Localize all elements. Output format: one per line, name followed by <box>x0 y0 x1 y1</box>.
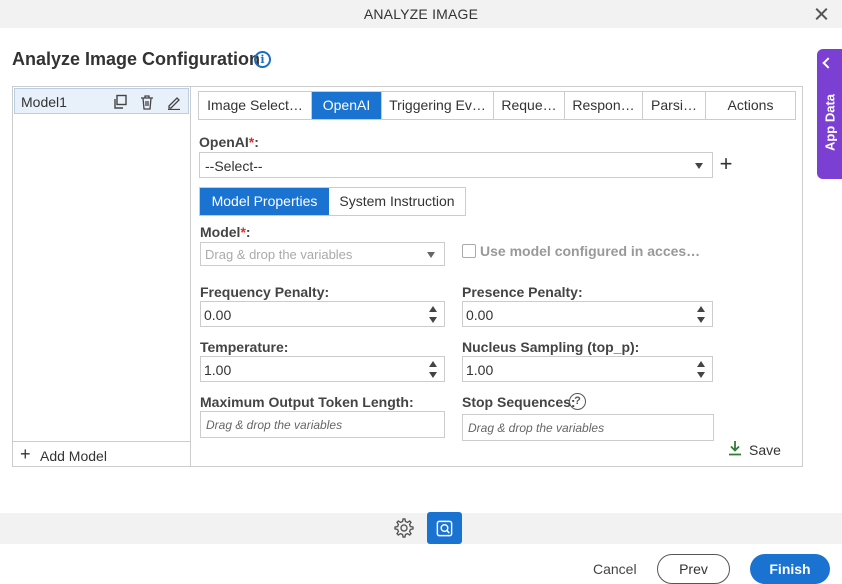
spinner-icon[interactable] <box>697 306 705 324</box>
presence-penalty-input[interactable]: 0.00 <box>462 301 713 327</box>
config-tabs: Image Select… OpenAI Triggering Ev… Requ… <box>198 91 796 120</box>
frequency-penalty-input[interactable]: 0.00 <box>200 301 445 327</box>
delete-icon[interactable] <box>139 94 155 110</box>
model-input[interactable]: Drag & drop the variables <box>200 242 445 266</box>
prev-button[interactable]: Prev <box>657 554 730 584</box>
image-analysis-button[interactable] <box>427 512 462 544</box>
footer-toolbar <box>0 513 842 544</box>
close-icon[interactable] <box>812 4 832 24</box>
nucleus-sampling-input[interactable]: 1.00 <box>462 356 713 382</box>
chevron-left-icon <box>822 57 834 69</box>
presence-penalty-label: Presence Penalty: <box>462 284 583 300</box>
download-icon <box>729 441 741 456</box>
app-data-label: App Data <box>822 93 838 152</box>
help-icon[interactable]: ? <box>569 393 586 410</box>
page-title: Analyze Image Configuration <box>12 49 261 69</box>
chevron-down-icon <box>427 252 435 258</box>
spinner-icon[interactable] <box>429 361 437 379</box>
tab-request[interactable]: Reque… <box>494 92 565 119</box>
chevron-down-icon <box>695 163 703 169</box>
add-model-button[interactable]: + Add Model <box>13 441 190 466</box>
property-subtabs: Model Properties System Instruction <box>199 187 466 216</box>
model-list-item[interactable]: Model1 <box>14 88 189 114</box>
window-title: ANALYZE IMAGE <box>363 6 479 22</box>
edit-icon[interactable] <box>166 94 182 110</box>
info-icon[interactable]: i <box>254 51 271 68</box>
copy-icon[interactable] <box>112 94 128 110</box>
cancel-button[interactable]: Cancel <box>593 561 637 577</box>
tab-parsing[interactable]: Parsi… <box>643 92 706 119</box>
model-item-label: Model1 <box>21 94 67 110</box>
spinner-icon[interactable] <box>697 361 705 379</box>
model-label: Model*: <box>200 224 251 240</box>
stop-sequences-label: Stop Sequences: <box>462 394 576 410</box>
tab-actions[interactable]: Actions <box>706 92 795 119</box>
add-connection-icon[interactable]: + <box>718 153 734 175</box>
use-model-checkbox-label: Use model configured in acces… <box>480 243 701 259</box>
openai-select[interactable]: --Select-- <box>199 152 713 178</box>
tab-triggering-events[interactable]: Triggering Ev… <box>382 92 494 119</box>
tab-model-properties[interactable]: Model Properties <box>200 188 329 215</box>
frequency-penalty-label: Frequency Penalty: <box>200 284 330 300</box>
use-model-checkbox[interactable] <box>462 244 476 258</box>
finish-button[interactable]: Finish <box>750 554 830 584</box>
max-tokens-label: Maximum Output Token Length: <box>200 394 414 410</box>
openai-label: OpenAI*: <box>199 134 259 150</box>
plus-icon: + <box>20 444 31 464</box>
add-model-label: Add Model <box>40 448 107 464</box>
tab-openai[interactable]: OpenAI <box>312 92 382 119</box>
tab-image-select[interactable]: Image Select… <box>199 92 312 119</box>
stop-sequences-input[interactable]: Drag & drop the variables <box>462 414 714 441</box>
temperature-input[interactable]: 1.00 <box>200 356 445 382</box>
gear-icon[interactable] <box>393 517 415 539</box>
model-list-panel <box>12 86 191 467</box>
temperature-label: Temperature: <box>200 339 289 355</box>
max-tokens-input[interactable]: Drag & drop the variables <box>200 411 445 438</box>
image-search-icon <box>436 520 453 537</box>
tab-system-instruction[interactable]: System Instruction <box>329 188 465 215</box>
title-bar: ANALYZE IMAGE <box>0 0 842 28</box>
spinner-icon[interactable] <box>429 306 437 324</box>
nucleus-sampling-label: Nucleus Sampling (top_p): <box>462 339 640 355</box>
app-data-tab[interactable]: App Data <box>817 49 842 179</box>
tab-response[interactable]: Respon… <box>565 92 643 119</box>
